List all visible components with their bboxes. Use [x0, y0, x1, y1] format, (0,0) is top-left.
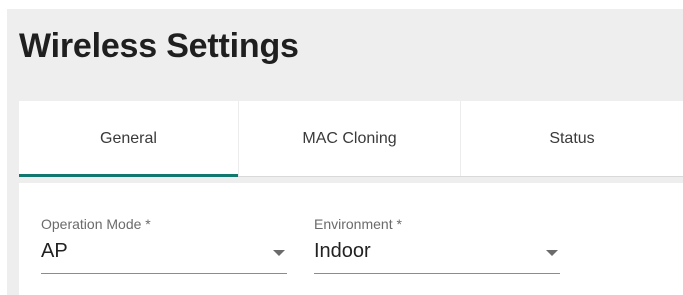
environment-label: Environment *	[314, 216, 402, 232]
tab-general[interactable]: General	[19, 101, 239, 177]
settings-page: Wireless Settings General MAC Cloning St…	[7, 9, 683, 295]
tab-status[interactable]: Status	[461, 101, 683, 176]
chevron-down-icon	[273, 250, 285, 256]
general-settings-card: Operation Mode * AP Environment * Indoor	[19, 183, 683, 295]
operation-mode-value: AP	[41, 240, 68, 262]
operation-mode-label: Operation Mode *	[41, 216, 151, 232]
tab-mac-cloning[interactable]: MAC Cloning	[239, 101, 461, 176]
operation-mode-select[interactable]: AP	[41, 233, 287, 274]
environment-select[interactable]: Indoor	[314, 233, 560, 274]
tab-bar: General MAC Cloning Status	[19, 101, 683, 177]
page-title: Wireless Settings	[19, 27, 299, 65]
chevron-down-icon	[546, 250, 558, 256]
environment-value: Indoor	[314, 240, 371, 262]
